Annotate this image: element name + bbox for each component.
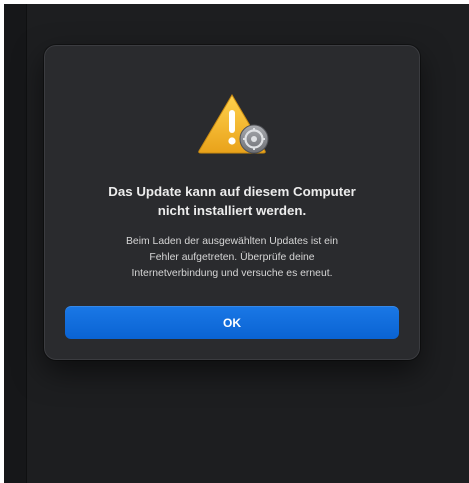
- warning-triangle-icon: [198, 94, 269, 154]
- dialog-message-line: Fehler aufgetreten. Überprüfe deine: [149, 252, 315, 263]
- app-window: Das Update kann auf diesem Computer nich…: [4, 4, 469, 483]
- dialog-message: Beim Laden der ausgewählten Updates ist …: [63, 234, 401, 282]
- alert-dialog: Das Update kann auf diesem Computer nich…: [44, 45, 420, 360]
- dialog-title-line: nicht installiert werden.: [157, 203, 307, 218]
- dialog-title: Das Update kann auf diesem Computer nich…: [59, 182, 405, 220]
- software-update-gear-icon: [239, 124, 269, 154]
- dialog-title-line: Das Update kann auf diesem Computer: [108, 184, 356, 199]
- ok-button[interactable]: OK: [65, 306, 399, 339]
- sidebar-edge: [4, 4, 27, 483]
- dialog-message-line: Internetverbindung und versuche es erneu…: [131, 268, 333, 279]
- dialog-message-line: Beim Laden der ausgewählten Updates ist …: [126, 236, 338, 247]
